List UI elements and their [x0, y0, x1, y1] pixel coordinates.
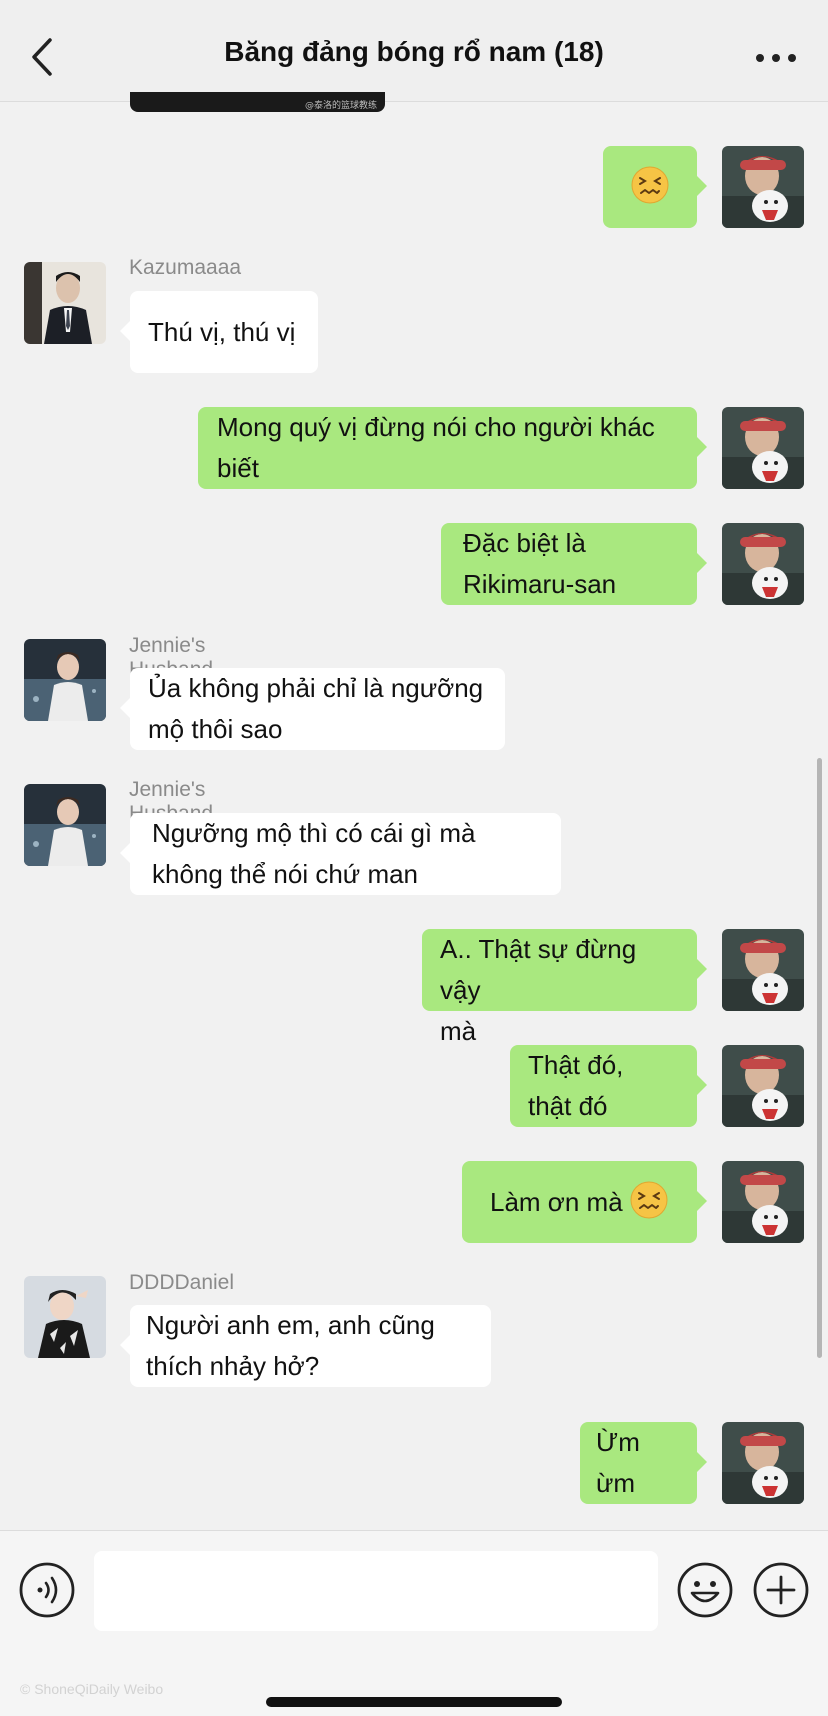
message-bubble-outgoing[interactable]: Thật đó, thật đó: [510, 1045, 707, 1127]
message-input[interactable]: [94, 1551, 658, 1631]
message-text-line: thích nhảy hở?: [146, 1351, 320, 1381]
chat-title: Băng đảng bóng rổ nam (18): [224, 36, 604, 67]
message-bubble-outgoing[interactable]: Mong quý vị đừng nói cho người khác biết: [198, 407, 707, 489]
message-text-line: Thật đó,: [528, 1050, 624, 1080]
sender-name: Kazumaaaa: [129, 256, 242, 279]
voice-button[interactable]: [18, 1561, 76, 1619]
image-caption: @泰洛的篮球教练: [304, 101, 377, 111]
plus-icon: [753, 1562, 809, 1618]
self-avatar[interactable]: [722, 407, 804, 489]
message-text: Ừm ừm: [596, 1427, 640, 1498]
kazumaaaa-avatar[interactable]: [24, 262, 106, 344]
message-text-line: Ngưỡng mộ thì có cái gì mà: [152, 818, 476, 848]
more-dots-icon: [756, 54, 796, 62]
message-text-line: biết: [217, 453, 259, 483]
voice-icon: [19, 1562, 75, 1618]
home-indicator[interactable]: [266, 1697, 562, 1707]
smiley-icon: [677, 1562, 733, 1618]
message-input-bar: © ShoneQiDaily Weibo: [0, 1530, 828, 1716]
message-text-line: thật đó: [528, 1091, 608, 1121]
jennies-husband-avatar[interactable]: [24, 639, 106, 721]
confounded-face-icon: [630, 1181, 668, 1219]
self-avatar[interactable]: [722, 1161, 804, 1243]
chevron-left-icon: [32, 38, 52, 76]
emoji-button[interactable]: [676, 1561, 734, 1619]
sender-name: DDDDaniel: [129, 1271, 235, 1294]
message-bubble-incoming[interactable]: Thú vị, thú vị: [120, 291, 318, 373]
message-text-line: A.. Thật sự đừng vậy: [440, 934, 637, 1005]
message-bubble-outgoing[interactable]: Đặc biệt là Rikimaru-san: [441, 523, 707, 605]
self-avatar[interactable]: [722, 1045, 804, 1127]
back-button[interactable]: [26, 36, 62, 78]
message-text-line: Ủa không phải chỉ là ngưỡng: [148, 673, 484, 703]
self-avatar[interactable]: [722, 1422, 804, 1504]
message-text-line: Người anh em, anh cũng: [146, 1310, 435, 1340]
self-avatar[interactable]: [722, 146, 804, 228]
jennies-husband-avatar[interactable]: [24, 784, 106, 866]
message-text-line: Rikimaru-san: [463, 569, 617, 599]
message-bubble-incoming[interactable]: Ngưỡng mộ thì có cái gì mà không thể nói…: [120, 813, 561, 895]
message-text-line: mộ thôi sao: [148, 714, 283, 744]
plus-button[interactable]: [752, 1561, 810, 1619]
message-bubble-outgoing[interactable]: Làm ơn mà: [462, 1161, 707, 1243]
message-text-line: Mong quý vị đừng nói cho người khác: [217, 412, 655, 442]
self-avatar[interactable]: [722, 523, 804, 605]
message-bubble-outgoing[interactable]: [603, 146, 707, 228]
chat-header: Băng đảng bóng rổ nam (18): [0, 0, 828, 102]
confounded-face-icon: [631, 166, 669, 204]
chat-scrollbar[interactable]: [817, 758, 822, 1358]
dddddaniel-avatar[interactable]: [24, 1276, 106, 1358]
self-avatar[interactable]: [722, 929, 804, 1011]
message-text-line: không thể nói chứ man: [152, 859, 419, 889]
message-bubble-outgoing[interactable]: Ừm ừm: [580, 1422, 707, 1504]
more-options-button[interactable]: [754, 44, 798, 72]
message-text: Thú vị, thú vị: [148, 317, 296, 347]
message-text: Làm ơn mà: [490, 1186, 630, 1217]
message-text-line: Đặc biệt là: [463, 528, 586, 558]
message-bubble-incoming[interactable]: Người anh em, anh cũng thích nhảy hở?: [120, 1305, 491, 1387]
watermark: © ShoneQiDaily Weibo: [20, 1681, 164, 1697]
message-bubble-outgoing[interactable]: A.. Thật sự đừng vậy mà: [422, 929, 707, 1046]
message-bubble-incoming[interactable]: Ủa không phải chỉ là ngưỡng mộ thôi sao: [120, 668, 505, 750]
shared-image-clipped[interactable]: @泰洛的篮球教练: [130, 92, 385, 112]
